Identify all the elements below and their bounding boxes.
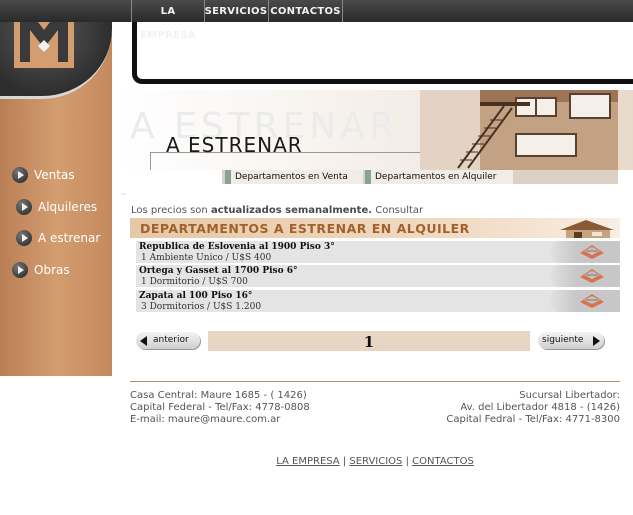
info-consultar-link[interactable]: Consultar bbox=[375, 205, 423, 216]
prev-page-button[interactable]: anterior bbox=[136, 332, 200, 349]
address-line: Capital Federal - Tel/Fax: 4778-0808 bbox=[130, 402, 310, 413]
property-address: Republica de Eslovenia al 1900 Piso 3° bbox=[139, 242, 335, 252]
footer-divider bbox=[130, 381, 620, 382]
tab-departamentos-en-alquiler[interactable]: Departamentos en Alquiler bbox=[365, 170, 513, 184]
play-bullet-icon bbox=[12, 167, 28, 183]
footer-separator: | bbox=[405, 456, 409, 467]
content-frame bbox=[132, 22, 633, 84]
house-illustration-icon bbox=[560, 220, 614, 238]
building-thumbnail-icon bbox=[580, 245, 604, 259]
table-row[interactable]: Ortega y Gasset al 1700 Piso 6° 1 Dormit… bbox=[136, 265, 620, 288]
footer-address-sucursal: Sucursal Libertador: Av. del Libertador … bbox=[420, 390, 620, 426]
prev-label: anterior bbox=[153, 335, 189, 345]
current-page-number: 1 bbox=[208, 331, 530, 351]
footer-link-la-empresa[interactable]: LA EMPRESA bbox=[276, 456, 339, 467]
sidebar-item-label: Ventas bbox=[34, 168, 75, 182]
arrow-right-icon bbox=[593, 336, 600, 346]
info-prefix: Los precios son bbox=[131, 205, 208, 216]
tab-departamentos-en-venta[interactable]: Departamentos en Venta bbox=[225, 170, 363, 184]
property-detail: 1 Dormitorio / U$S 700 bbox=[141, 277, 248, 287]
play-bullet-icon bbox=[16, 199, 32, 215]
arrow-left-icon bbox=[140, 336, 147, 346]
top-nav-contactos[interactable]: CONTACTOS bbox=[269, 0, 343, 22]
sidebar-item-label: Alquileres bbox=[38, 200, 98, 214]
footer-separator: | bbox=[342, 456, 347, 467]
property-address: Zapata al 100 Piso 16° bbox=[139, 291, 253, 301]
sidebar-item-label: A estrenar bbox=[38, 231, 101, 245]
table-row[interactable]: Zapata al 100 Piso 16° 3 Dormitorios / U… bbox=[136, 290, 620, 313]
address-line: Sucursal Libertador: bbox=[519, 390, 620, 401]
price-info-text: Los precios son actualizados semanalment… bbox=[131, 205, 423, 216]
row-thumbnail bbox=[548, 290, 620, 312]
play-bullet-icon bbox=[16, 230, 32, 246]
table-row[interactable]: Republica de Eslovenia al 1900 Piso 3° 1… bbox=[136, 241, 620, 264]
next-page-button[interactable]: siguiente bbox=[538, 332, 604, 349]
property-detail: 3 Dormitorios / U$S 1.200 bbox=[141, 302, 262, 312]
next-label: siguiente bbox=[542, 335, 584, 345]
property-detail: 1 Ambiente Unico / U$S 400 bbox=[141, 253, 272, 263]
footer-link-servicios[interactable]: SERVICIOS bbox=[349, 456, 402, 467]
info-highlight: actualizados semanalmente. bbox=[210, 205, 373, 216]
footer-nav: LA EMPRESA | SERVICIOS | CONTACTOS bbox=[0, 456, 633, 467]
play-bullet-icon bbox=[12, 262, 28, 278]
building-thumbnail-icon bbox=[580, 294, 604, 308]
property-address: Ortega y Gasset al 1700 Piso 6° bbox=[139, 266, 298, 276]
listing-title: DEPARTAMENTOS A ESTRENAR EN ALQUILER bbox=[140, 221, 470, 236]
top-nav-la-empresa[interactable]: LA EMPRESA bbox=[131, 0, 205, 41]
footer-address-central: Casa Central: Maure 1685 - ( 1426) Capit… bbox=[130, 390, 310, 426]
email-link[interactable]: E-mail: maure@maure.com.ar bbox=[130, 414, 310, 426]
row-thumbnail bbox=[548, 265, 620, 287]
address-line: Casa Central: Maure 1685 - ( 1426) bbox=[130, 390, 307, 401]
page-title: A ESTRENAR bbox=[166, 133, 303, 157]
top-nav-servicios[interactable]: SERVICIOS bbox=[204, 0, 269, 22]
footer-link-contactos[interactable]: CONTACTOS bbox=[412, 456, 474, 467]
interior-photo-icon bbox=[420, 90, 618, 170]
address-line: Capital Fedral - Tel/Fax: 4771-8300 bbox=[446, 414, 620, 425]
decorative-dots: ·· bbox=[121, 190, 127, 199]
building-thumbnail-icon bbox=[580, 269, 604, 283]
sidebar-item-label: Obras bbox=[34, 263, 70, 277]
row-thumbnail bbox=[548, 241, 620, 263]
address-line: Av. del Libertador 4818 - (1426) bbox=[460, 402, 620, 413]
